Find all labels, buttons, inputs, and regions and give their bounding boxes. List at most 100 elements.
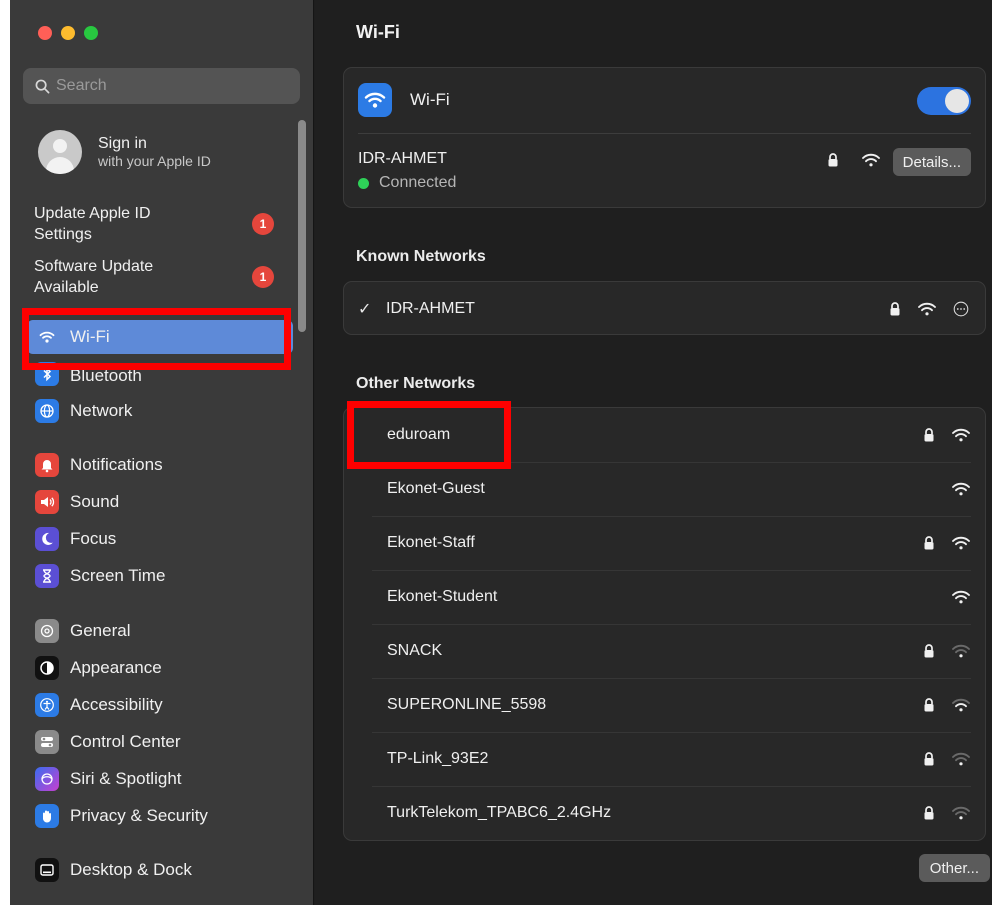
sidebar-item-label: Appearance xyxy=(70,658,162,677)
globe-icon xyxy=(35,399,59,423)
wifi-signal-medium-icon xyxy=(952,698,970,712)
wifi-signal-weak-icon xyxy=(952,806,970,820)
search-input[interactable] xyxy=(56,77,276,95)
known-networks-title: Known Networks xyxy=(356,248,486,265)
wifi-toggle[interactable] xyxy=(917,87,971,115)
lock-icon xyxy=(924,536,934,550)
search-field[interactable] xyxy=(23,68,300,104)
sidebar-item-label: Network xyxy=(70,401,133,420)
lock-icon xyxy=(890,302,900,316)
divider xyxy=(358,133,971,134)
moon-icon xyxy=(35,527,59,551)
minimize-button[interactable] xyxy=(61,26,75,40)
network-row[interactable]: Ekonet-Staff xyxy=(344,516,985,570)
hand-icon xyxy=(35,804,59,828)
lock-icon xyxy=(828,153,838,167)
network-name: SUPERONLINE_5598 xyxy=(387,696,547,713)
lock-icon xyxy=(924,428,934,442)
network-name: Ekonet-Staff xyxy=(387,534,475,551)
window-controls xyxy=(38,26,98,40)
wifi-signal-weak-icon xyxy=(952,644,970,658)
sidebar-item-focus[interactable]: Focus xyxy=(27,522,293,556)
sidebar-item-label: Bluetooth xyxy=(70,366,142,385)
sidebar-scrollbar[interactable] xyxy=(298,120,306,332)
signin-title: Sign in xyxy=(98,135,147,152)
sidebar: Sign in with your Apple ID Update Apple … xyxy=(10,0,314,905)
sidebar-item-accessibility[interactable]: Accessibility xyxy=(27,688,293,722)
close-button[interactable] xyxy=(38,26,52,40)
network-name: Ekonet-Student xyxy=(387,588,498,605)
network-row[interactable]: Ekonet-Guest xyxy=(344,462,985,516)
network-row[interactable]: Ekonet-Student xyxy=(344,570,985,624)
search-icon xyxy=(35,79,50,93)
network-row[interactable]: SUPERONLINE_5598 xyxy=(344,678,985,732)
appearance-icon xyxy=(35,656,59,680)
network-row[interactable]: eduroam xyxy=(344,408,985,462)
signin-subtitle: with your Apple ID xyxy=(98,153,211,169)
connection-status: Connected xyxy=(358,174,456,192)
notification-badge: 1 xyxy=(252,213,274,235)
page-title: Wi-Fi xyxy=(356,22,400,42)
control-center-icon xyxy=(35,730,59,754)
sidebar-item-label: Wi-Fi xyxy=(70,327,110,346)
sidebar-item-wifi[interactable]: Wi-Fi xyxy=(27,320,293,354)
wifi-signal-weak-icon xyxy=(952,752,970,766)
network-name: Ekonet-Guest xyxy=(387,480,485,497)
connection-status-label: Connected xyxy=(379,174,457,191)
wifi-signal-icon xyxy=(952,428,970,442)
accessibility-icon xyxy=(35,693,59,717)
sidebar-item-general[interactable]: General xyxy=(27,614,293,648)
sidebar-item-appearance[interactable]: Appearance xyxy=(27,651,293,685)
network-row[interactable]: TurkTelekom_TPABC6_2.4GHz xyxy=(344,786,985,840)
network-name: IDR-AHMET xyxy=(386,300,475,317)
other-networks-list: eduroam Ekonet-Guest Ekonet-Staff Ekonet… xyxy=(343,407,986,841)
update-apple-id-settings[interactable]: Update Apple ID Settings 1 xyxy=(34,203,274,245)
sidebar-item-screen-time[interactable]: Screen Time xyxy=(27,559,293,593)
details-button[interactable]: Details... xyxy=(892,148,971,176)
network-name: TurkTelekom_TPABC6_2.4GHz xyxy=(387,804,612,821)
background-window-edge xyxy=(0,0,10,905)
known-network-row[interactable]: ✓ IDR-AHMET xyxy=(358,282,971,336)
software-update-available[interactable]: Software Update Available 1 xyxy=(34,256,274,298)
bluetooth-icon xyxy=(35,362,59,386)
sidebar-item-sound[interactable]: Sound xyxy=(27,485,293,519)
sidebar-item-label: Privacy & Security xyxy=(70,806,208,825)
update-apple-id-label: Update Apple ID Settings xyxy=(34,205,151,243)
bell-icon xyxy=(35,453,59,477)
wifi-signal-icon xyxy=(952,482,970,496)
network-row[interactable]: SNACK xyxy=(344,624,985,678)
gear-icon xyxy=(35,619,59,643)
connected-dot-icon xyxy=(358,177,369,189)
software-update-label: Software Update Available xyxy=(34,258,154,296)
wifi-label: Wi-Fi xyxy=(410,90,450,109)
wifi-signal-icon xyxy=(952,590,970,604)
siri-icon xyxy=(35,767,59,791)
sidebar-item-bluetooth[interactable]: Bluetooth xyxy=(27,360,293,386)
sidebar-item-label: Desktop & Dock xyxy=(70,860,192,879)
wifi-signal-icon xyxy=(862,153,880,167)
sidebar-item-notifications[interactable]: Notifications xyxy=(27,448,293,482)
sidebar-item-desktop-dock[interactable]: Desktop & Dock xyxy=(27,853,293,887)
zoom-button[interactable] xyxy=(84,26,98,40)
sidebar-item-siri-spotlight[interactable]: Siri & Spotlight xyxy=(27,762,293,796)
other-network-button[interactable]: Other... xyxy=(918,854,990,882)
sidebar-item-label: Sound xyxy=(70,492,120,511)
wifi-signal-icon xyxy=(918,302,936,316)
wifi-signal-icon xyxy=(952,536,970,550)
wifi-settings-pane: Wi-Fi Wi-Fi IDR-AHMET Connected Details.… xyxy=(315,0,992,905)
checkmark-icon: ✓ xyxy=(358,301,372,318)
other-networks-title: Other Networks xyxy=(356,375,476,392)
apple-id-signin[interactable]: Sign in with your Apple ID xyxy=(38,130,211,174)
network-name: eduroam xyxy=(387,426,451,443)
network-row[interactable]: TP-Link_93E2 xyxy=(344,732,985,786)
sidebar-item-privacy-security[interactable]: Privacy & Security xyxy=(27,799,293,833)
sidebar-item-network[interactable]: Network xyxy=(27,394,293,428)
network-name: SNACK xyxy=(387,642,443,659)
lock-icon xyxy=(924,644,934,658)
more-options-icon[interactable] xyxy=(951,301,971,317)
current-network-name: IDR-AHMET xyxy=(358,150,447,167)
sidebar-item-label: Accessibility xyxy=(70,695,163,714)
system-settings-window: Sign in with your Apple ID Update Apple … xyxy=(10,0,992,905)
sidebar-item-control-center[interactable]: Control Center xyxy=(27,725,293,759)
lock-icon xyxy=(924,752,934,766)
